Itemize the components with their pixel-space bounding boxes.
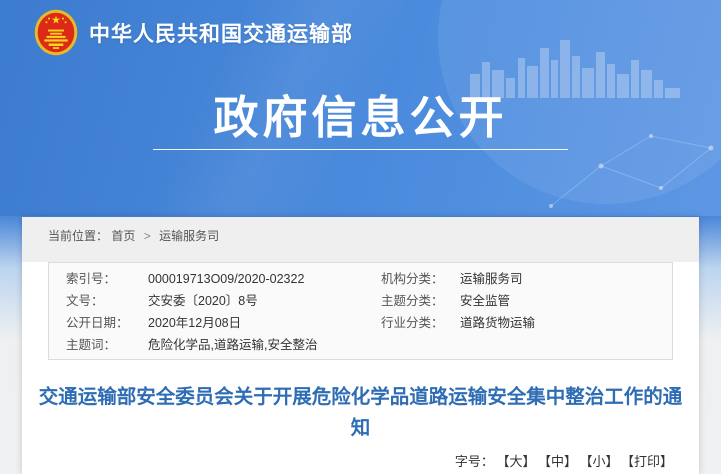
font-medium-button[interactable]: 【中】	[544, 454, 577, 469]
breadcrumb-separator: >	[144, 229, 151, 243]
font-size-toolbar: 字号： 【大】【中】【小】【打印】	[22, 451, 699, 470]
city-skyline-icon	[470, 36, 680, 98]
meta-row-topic-category: 主题分类： 安全监管	[381, 290, 672, 312]
title-underline	[153, 149, 568, 150]
meta-row-agency-category: 机构分类： 运输服务司	[381, 268, 672, 290]
meta-row-keywords: 主题词： 危险化学品,道路运输,安全整治	[49, 334, 381, 356]
page-title: 政府信息公开	[0, 92, 721, 144]
font-size-label: 字号：	[455, 454, 494, 469]
article-title: 交通运输部安全委员会关于开展危险化学品道路运输安全集中整治工作的通知	[37, 382, 684, 444]
national-emblem-icon	[34, 9, 78, 56]
document-meta-table: 索引号： 000019713O09/2020-02322 文号： 交安委〔202…	[48, 262, 673, 360]
site-banner: 中华人民共和国交通运输部 政府信息公开	[0, 0, 721, 216]
breadcrumb: 当前位置： 首页 > 运输服务司	[22, 217, 699, 262]
font-large-button[interactable]: 【大】	[503, 454, 536, 469]
breadcrumb-label: 当前位置：	[48, 229, 108, 243]
content-panel: 当前位置： 首页 > 运输服务司 索引号： 000019713O09/2020-…	[22, 217, 699, 474]
meta-row-document-number: 文号： 交安委〔2020〕8号	[49, 290, 381, 312]
meta-row-index-number: 索引号： 000019713O09/2020-02322	[49, 268, 381, 290]
font-small-button[interactable]: 【小】	[586, 454, 619, 469]
breadcrumb-home-link[interactable]: 首页	[111, 229, 135, 243]
meta-row-publish-date: 公开日期： 2020年12月08日	[49, 312, 381, 334]
print-button[interactable]: 【打印】	[627, 454, 673, 469]
meta-row-industry-category: 行业分类： 道路货物运输	[381, 312, 672, 334]
site-title: 中华人民共和国交通运输部	[89, 18, 353, 48]
breadcrumb-department-link[interactable]: 运输服务司	[159, 229, 219, 243]
